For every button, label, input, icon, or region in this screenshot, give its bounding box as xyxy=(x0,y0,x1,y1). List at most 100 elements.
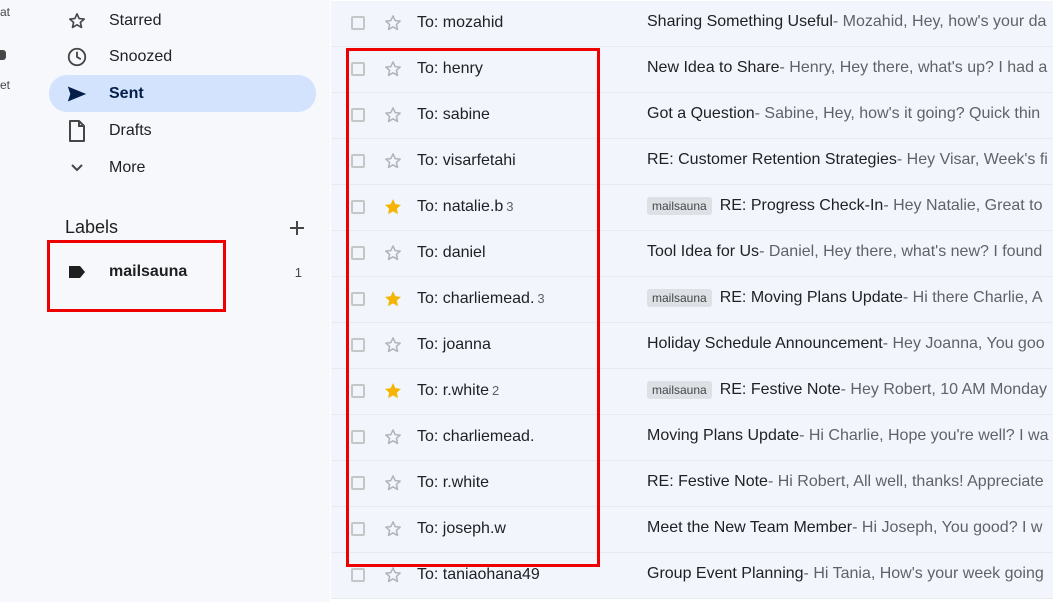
star-filled-icon[interactable] xyxy=(383,381,403,401)
recipient-name: To: taniaohana49 xyxy=(417,566,540,583)
recipient-name: To: joseph.w xyxy=(417,520,506,537)
recipient: To: mozahid xyxy=(417,14,503,32)
mail-row[interactable]: To: henry New Idea to Share - Henry, Hey … xyxy=(331,47,1053,93)
star-filled-icon[interactable] xyxy=(383,197,403,217)
star-icon[interactable] xyxy=(383,243,403,263)
row-checkbox[interactable] xyxy=(351,522,365,536)
mail-snippet: - Sabine, Hey, how's it going? Quick thi… xyxy=(754,105,1041,122)
mail-snippet: - Mozahid, Hey, how's your da xyxy=(832,13,1047,30)
nav-label: Starred xyxy=(109,11,162,29)
label-tag-icon xyxy=(65,260,89,284)
recipient-name: To: charliemead. xyxy=(417,290,535,307)
recipient-name: To: daniel xyxy=(417,244,486,261)
mail-subject: Group Event Planning xyxy=(647,565,804,582)
add-label-button[interactable] xyxy=(287,217,307,239)
recipient: To: taniaohana49 xyxy=(417,566,540,584)
star-icon[interactable] xyxy=(383,105,403,125)
mail-row[interactable]: To: mozahid Sharing Something Useful - Mo… xyxy=(331,1,1053,47)
mail-snippet: - Hi there Charlie, A xyxy=(902,289,1043,306)
row-checkbox[interactable] xyxy=(351,338,365,352)
mail-content: Group Event Planning - Hi Tania, How's y… xyxy=(647,565,1053,583)
mail-subject: Sharing Something Useful xyxy=(647,13,833,30)
row-checkbox[interactable] xyxy=(351,568,365,582)
rail-item-meet-label[interactable]: et xyxy=(0,78,10,92)
mail-subject: RE: Festive Note xyxy=(647,473,768,490)
mail-content: Tool Idea for Us - Daniel, Hey there, wh… xyxy=(647,243,1053,261)
nav-item-more[interactable]: More xyxy=(49,149,316,186)
recipient-name: To: r.white xyxy=(417,474,490,491)
mail-row[interactable]: To: sabine Got a Question - Sabine, Hey, … xyxy=(331,93,1053,139)
star-icon[interactable] xyxy=(383,473,403,493)
row-checkbox[interactable] xyxy=(351,246,365,260)
label-badge[interactable]: mailsauna xyxy=(647,381,712,399)
mail-row[interactable]: To: natalie.b 3 mailsauna RE: Progress Chec… xyxy=(331,185,1053,231)
mail-content: Holiday Schedule Announcement - Hey Joan… xyxy=(647,335,1053,353)
chevron-down-icon xyxy=(65,156,89,180)
row-checkbox[interactable] xyxy=(351,292,365,306)
label-badge[interactable]: mailsauna xyxy=(647,197,712,215)
rail-item-chat-label[interactable]: at xyxy=(0,5,10,19)
recipient: To: charliemead. 3 xyxy=(417,290,545,308)
mail-content: mailsauna RE: Moving Plans Update - Hi th… xyxy=(647,289,1053,307)
mail-content: RE: Customer Retention Strategies - Hey … xyxy=(647,151,1053,169)
recipient: To: r.white 2 xyxy=(417,382,499,400)
star-filled-icon[interactable] xyxy=(383,289,403,309)
mail-subject: Meet the New Team Member xyxy=(647,519,853,536)
row-checkbox[interactable] xyxy=(351,384,365,398)
video-icon[interactable] xyxy=(0,50,6,60)
mail-snippet: - Hi Robert, All well, thanks! Appreciat… xyxy=(767,473,1044,490)
label-count: 1 xyxy=(294,264,302,280)
star-icon[interactable] xyxy=(383,565,403,585)
row-checkbox[interactable] xyxy=(351,108,365,122)
star-icon[interactable] xyxy=(383,335,403,355)
row-checkbox[interactable] xyxy=(351,476,365,490)
row-checkbox[interactable] xyxy=(351,62,365,76)
row-checkbox[interactable] xyxy=(351,154,365,168)
recipient-name: To: henry xyxy=(417,60,483,77)
nav-label: Sent xyxy=(109,84,144,102)
star-icon[interactable] xyxy=(383,427,403,447)
mail-row[interactable]: To: daniel Tool Idea for Us - Daniel, Hey… xyxy=(331,231,1053,277)
draft-icon xyxy=(65,119,89,143)
app-rail: at et xyxy=(0,0,35,602)
mail-snippet: - Hi Charlie, Hope you're well? I wa xyxy=(799,427,1049,444)
mail-content: Sharing Something Useful - Mozahid, Hey,… xyxy=(647,13,1053,31)
recipient: To: r.white xyxy=(417,474,489,492)
recipient-name: To: mozahid xyxy=(417,14,504,31)
mail-row[interactable]: To: charliemead. 3 mailsauna RE: Moving Pla… xyxy=(331,277,1053,323)
recipient: To: daniel xyxy=(417,244,486,262)
star-icon[interactable] xyxy=(383,59,403,79)
nav-item-drafts[interactable]: Drafts xyxy=(49,112,316,149)
row-checkbox[interactable] xyxy=(351,200,365,214)
star-icon[interactable] xyxy=(383,13,403,33)
mail-snippet: - Daniel, Hey there, what's new? I found xyxy=(759,243,1043,260)
recipient-name: To: sabine xyxy=(417,106,490,123)
nav-item-starred[interactable]: Starred xyxy=(49,2,316,39)
nav-label: Drafts xyxy=(109,121,152,139)
row-checkbox[interactable] xyxy=(351,16,365,30)
nav-item-sent[interactable]: Sent xyxy=(49,75,316,112)
nav-item-snoozed[interactable]: Snoozed xyxy=(49,38,316,75)
mail-row[interactable]: To: taniaohana49 Group Event Planning - H… xyxy=(331,553,1053,599)
mail-subject: Got a Question xyxy=(647,105,755,122)
nav-label: Snoozed xyxy=(109,47,173,65)
row-checkbox[interactable] xyxy=(351,430,365,444)
send-icon xyxy=(65,82,89,106)
thread-count: 3 xyxy=(506,199,514,214)
star-icon[interactable] xyxy=(383,519,403,539)
mail-row[interactable]: To: visarfetahi RE: Customer Retention St… xyxy=(331,139,1053,185)
recipient: To: sabine xyxy=(417,106,490,124)
mail-list: To: mozahid Sharing Something Useful - Mo… xyxy=(331,0,1053,602)
recipient: To: joseph.w xyxy=(417,520,506,538)
star-icon xyxy=(65,9,89,33)
label-item-mailsauna[interactable]: mailsauna 1 xyxy=(49,254,316,290)
mail-snippet: - Hi Tania, How's your week going xyxy=(803,565,1044,582)
star-icon[interactable] xyxy=(383,151,403,171)
label-badge[interactable]: mailsauna xyxy=(647,289,712,307)
mail-row[interactable]: To: joanna Holiday Schedule Announcement … xyxy=(331,323,1053,369)
mail-row[interactable]: To: charliemead. Moving Plans Update - Hi… xyxy=(331,415,1053,461)
mail-row[interactable]: To: r.white 2 mailsauna RE: Festive Note - … xyxy=(331,369,1053,415)
mail-row[interactable]: To: joseph.w Meet the New Team Member - H… xyxy=(331,507,1053,553)
mail-row[interactable]: To: r.white RE: Festive Note - Hi Robert,… xyxy=(331,461,1053,507)
mail-content: mailsauna RE: Festive Note - Hey Robert, … xyxy=(647,381,1053,399)
